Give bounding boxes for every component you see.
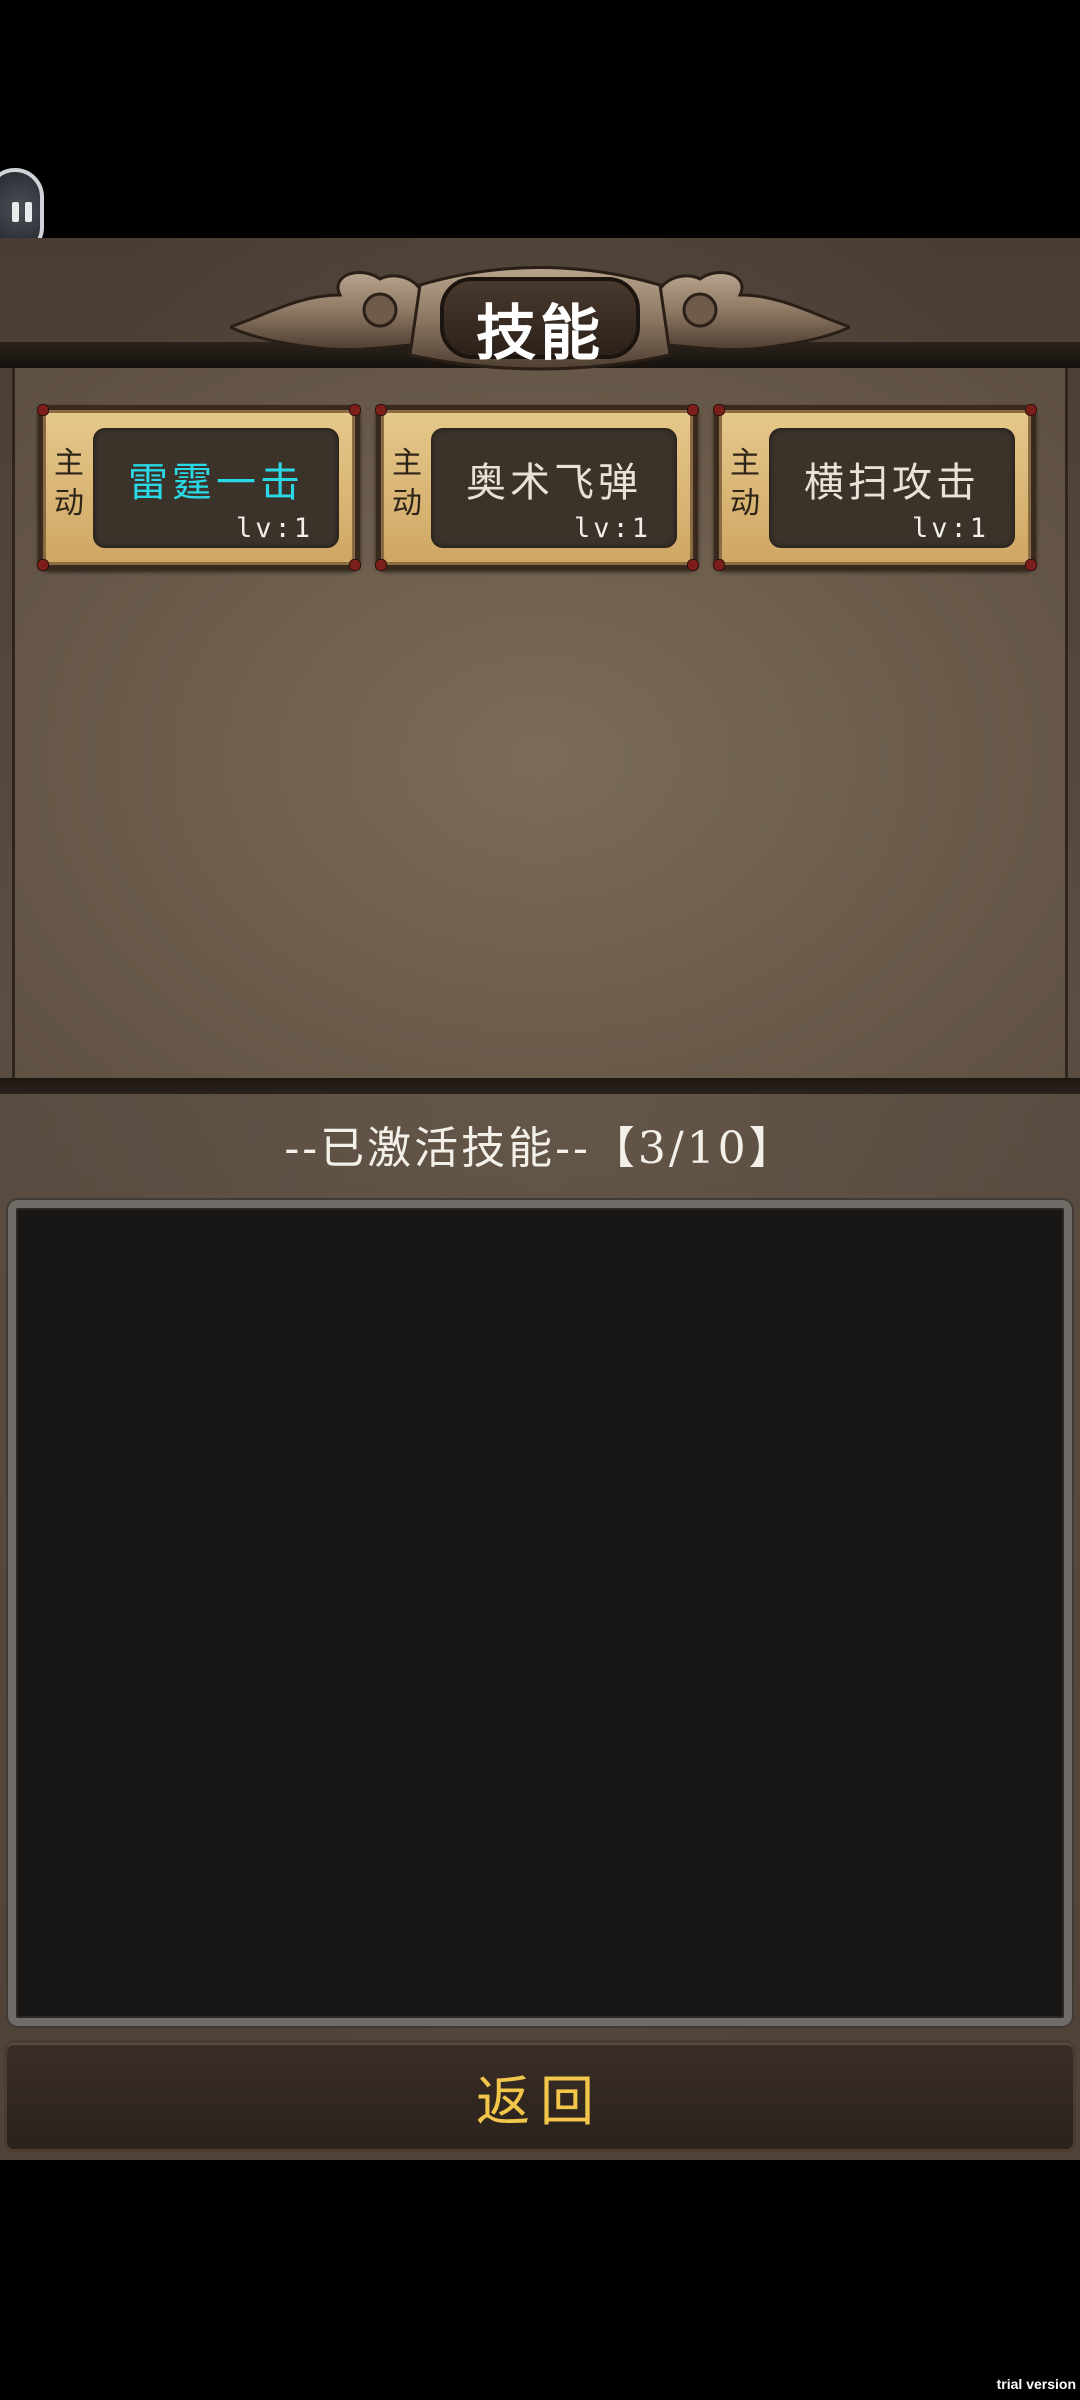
skill-level: lv:1 (235, 513, 313, 544)
back-button-label: 返回 (476, 2069, 604, 2133)
skill-level: lv:1 (911, 513, 989, 544)
skill-screen: 技能 主动 雷霆一击 lv:1 主动 奥术飞弹 lv:1 主动 横扫攻击 lv:… (0, 0, 1080, 2400)
skill-type-label: 主动 (54, 446, 84, 521)
title-ornament: 技能 (230, 255, 850, 385)
watermark: trial version (996, 2376, 1076, 2392)
skill-card[interactable]: 主动 横扫攻击 lv:1 (713, 404, 1037, 571)
skill-name: 雷霆一击 (128, 460, 304, 506)
skill-name: 横扫攻击 (804, 460, 980, 506)
activated-skills-list[interactable] (8, 1200, 1072, 2026)
skill-name: 奥术飞弹 (466, 460, 642, 506)
skill-inner: 雷霆一击 lv:1 (93, 428, 339, 548)
page-title: 技能 (476, 299, 604, 369)
pause-icon (12, 202, 32, 222)
board-bottom-bar (0, 1078, 1080, 1094)
skill-card[interactable]: 主动 奥术飞弹 lv:1 (375, 404, 699, 571)
skill-type-label: 主动 (730, 446, 760, 521)
skill-inner: 横扫攻击 lv:1 (769, 428, 1015, 548)
skill-inner: 奥术飞弹 lv:1 (431, 428, 677, 548)
skill-type-label: 主动 (392, 446, 422, 521)
activated-skills-label: --已激活技能--【3/10】 (284, 1123, 796, 1174)
skill-level: lv:1 (573, 513, 651, 544)
back-button[interactable]: 返回 (4, 2040, 1076, 2152)
skill-card[interactable]: 主动 雷霆一击 lv:1 (37, 404, 361, 571)
